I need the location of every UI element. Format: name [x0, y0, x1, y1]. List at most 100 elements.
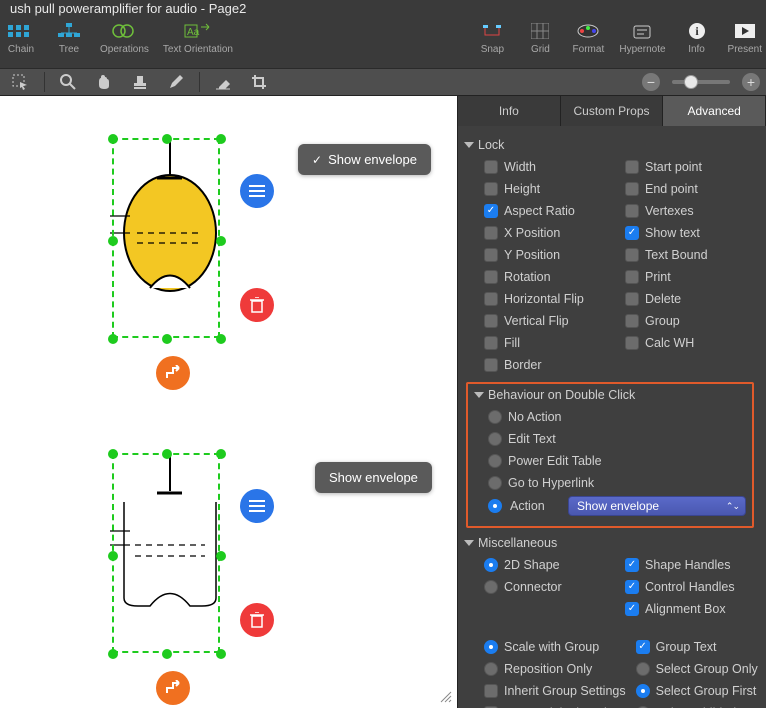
selected-shape-2[interactable]: [100, 441, 280, 708]
radio[interactable]: [484, 662, 498, 676]
shape-route-button[interactable]: [156, 356, 190, 390]
canvas[interactable]: ✓ Show envelope: [0, 96, 458, 708]
show-envelope-button-1[interactable]: ✓ Show envelope: [298, 144, 431, 175]
checkbox[interactable]: [625, 580, 639, 594]
section-lock[interactable]: Lock: [464, 138, 756, 152]
zoom-slider[interactable]: [672, 80, 730, 84]
option-row[interactable]: Y Position: [484, 246, 615, 264]
option-row[interactable]: Group Text: [636, 638, 758, 656]
checkbox[interactable]: [484, 358, 498, 372]
action-select[interactable]: Show envelope⌃⌄: [568, 496, 746, 516]
option-row[interactable]: Save Original Scale: [484, 704, 626, 708]
option-row[interactable]: Inherit Group Settings: [484, 682, 626, 700]
option-row[interactable]: Width: [484, 158, 615, 176]
checkbox[interactable]: [625, 558, 639, 572]
checkbox[interactable]: [484, 204, 498, 218]
shape-menu-button[interactable]: [240, 489, 274, 523]
selected-shape-1[interactable]: [100, 126, 280, 466]
shape-route-button[interactable]: [156, 671, 190, 705]
checkbox[interactable]: [625, 270, 639, 284]
option-row[interactable]: Horizontal Flip: [484, 290, 615, 308]
tool-selector[interactable]: [6, 71, 36, 93]
option-row[interactable]: Select Group Only: [636, 660, 758, 678]
tool-stamp[interactable]: [125, 71, 155, 93]
radio[interactable]: [488, 499, 502, 513]
option-row[interactable]: Start point: [625, 158, 756, 176]
checkbox[interactable]: [484, 292, 498, 306]
option-row[interactable]: Delete: [625, 290, 756, 308]
checkbox[interactable]: [484, 160, 498, 174]
option-row[interactable]: Scale with Group: [484, 638, 626, 656]
checkbox[interactable]: [625, 292, 639, 306]
zoom-thumb[interactable]: [684, 75, 698, 89]
option-row[interactable]: Go to Hyperlink: [488, 474, 746, 492]
checkbox[interactable]: [625, 160, 639, 174]
checkbox[interactable]: [625, 204, 639, 218]
option-row[interactable]: Alignment Box: [625, 600, 756, 618]
toolbar-chain[interactable]: Chain: [4, 20, 38, 55]
shape-delete-button[interactable]: [240, 603, 274, 637]
option-row[interactable]: Show text: [625, 224, 756, 242]
checkbox[interactable]: [625, 336, 639, 350]
option-row[interactable]: Connector: [484, 578, 615, 596]
tool-edit[interactable]: [161, 71, 191, 93]
toolbar-present[interactable]: Present: [728, 20, 762, 55]
tool-pan[interactable]: [89, 71, 119, 93]
option-row[interactable]: No Action: [488, 408, 746, 426]
option-row[interactable]: Reposition Only: [484, 660, 626, 678]
option-row[interactable]: Group: [625, 312, 756, 330]
radio[interactable]: [484, 558, 498, 572]
checkbox[interactable]: [484, 314, 498, 328]
option-row[interactable]: Control Handles: [625, 578, 756, 596]
option-row[interactable]: End point: [625, 180, 756, 198]
section-misc[interactable]: Miscellaneous: [464, 536, 756, 550]
option-row[interactable]: Text Bound: [625, 246, 756, 264]
option-row[interactable]: Vertical Flip: [484, 312, 615, 330]
checkbox[interactable]: [484, 182, 498, 196]
section-dblclick[interactable]: Behaviour on Double Click: [474, 388, 746, 402]
option-row[interactable]: Vertexes: [625, 202, 756, 220]
checkbox[interactable]: [625, 314, 639, 328]
toolbar-snap[interactable]: Snap: [475, 20, 509, 55]
option-row[interactable]: X Position: [484, 224, 615, 242]
option-row[interactable]: Print: [625, 268, 756, 286]
option-row[interactable]: Select Child First: [636, 704, 758, 708]
zoom-out[interactable]: −: [642, 73, 660, 91]
checkbox[interactable]: [636, 640, 650, 654]
shape-menu-button[interactable]: [240, 174, 274, 208]
radio[interactable]: [488, 432, 502, 446]
tab-advanced[interactable]: Advanced: [663, 96, 766, 126]
option-row[interactable]: Power Edit Table: [488, 452, 746, 470]
toolbar-info[interactable]: i Info: [680, 20, 714, 55]
radio[interactable]: [488, 410, 502, 424]
toolbar-hypernote[interactable]: Hypernote: [619, 20, 665, 55]
zoom-in[interactable]: +: [742, 73, 760, 91]
option-row[interactable]: Shape Handles: [625, 556, 756, 574]
option-row[interactable]: Calc WH: [625, 334, 756, 352]
toolbar-format[interactable]: Format: [571, 20, 605, 55]
checkbox[interactable]: [625, 182, 639, 196]
shape-delete-button[interactable]: [240, 288, 274, 322]
option-row[interactable]: Select Group First: [636, 682, 758, 700]
show-envelope-button-2[interactable]: Show envelope: [315, 462, 432, 493]
radio[interactable]: [484, 640, 498, 654]
tool-magnifier[interactable]: [53, 71, 83, 93]
radio[interactable]: [636, 684, 650, 698]
option-row[interactable]: Height: [484, 180, 615, 198]
radio[interactable]: [488, 476, 502, 490]
tool-crop[interactable]: [244, 71, 274, 93]
checkbox[interactable]: [484, 270, 498, 284]
checkbox[interactable]: [484, 226, 498, 240]
option-row[interactable]: Rotation: [484, 268, 615, 286]
radio[interactable]: [488, 454, 502, 468]
checkbox[interactable]: [625, 226, 639, 240]
radio[interactable]: [484, 580, 498, 594]
option-row[interactable]: ActionShow envelope⌃⌄: [488, 496, 746, 516]
tab-custom-props[interactable]: Custom Props: [561, 96, 664, 126]
checkbox[interactable]: [625, 602, 639, 616]
toolbar-operations[interactable]: Operations: [100, 20, 149, 55]
option-row[interactable]: 2D Shape: [484, 556, 615, 574]
option-row[interactable]: Edit Text: [488, 430, 746, 448]
checkbox[interactable]: [484, 336, 498, 350]
checkbox[interactable]: [484, 248, 498, 262]
